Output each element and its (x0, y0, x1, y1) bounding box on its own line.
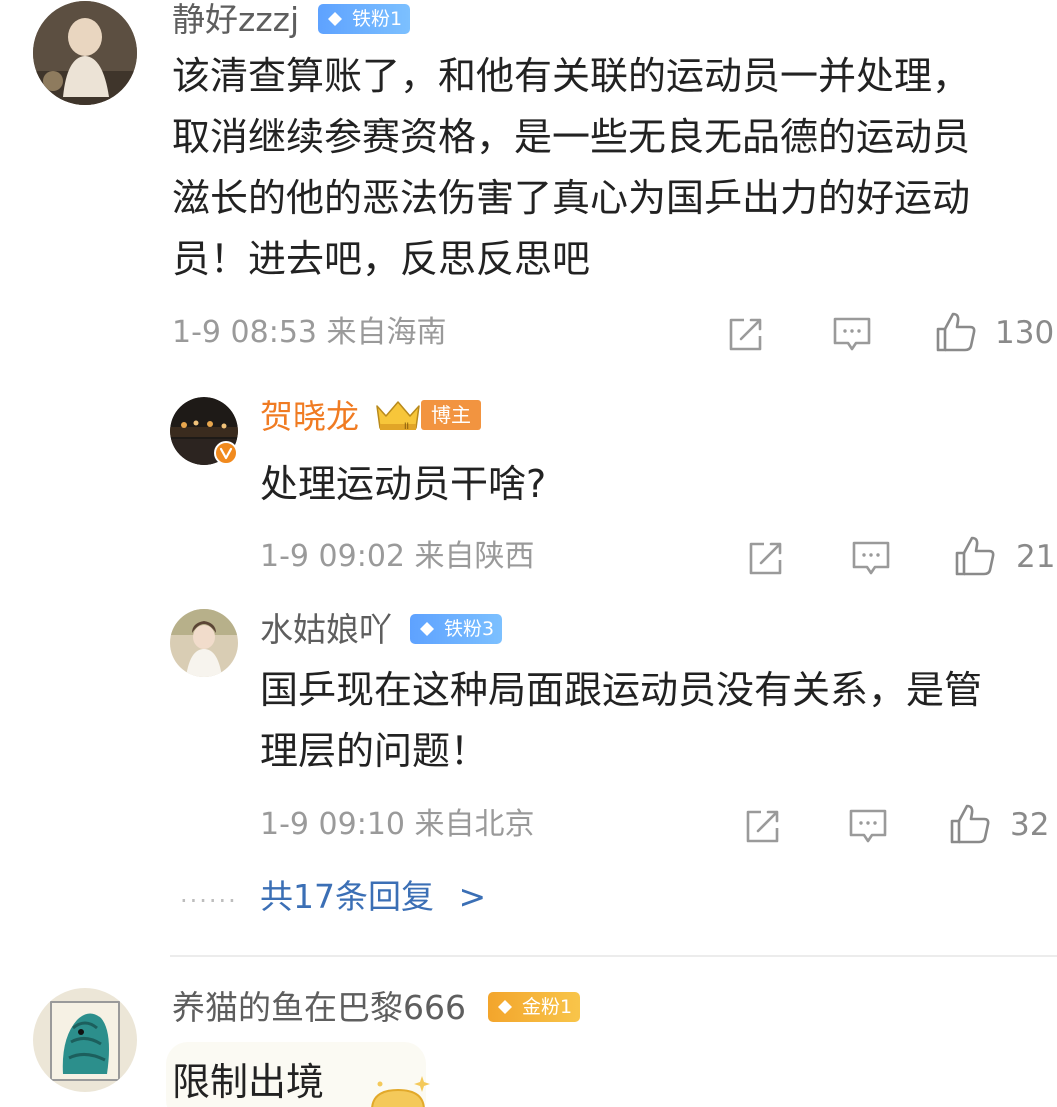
comment-text: 限制出境 (172, 1060, 325, 1104)
diamond-icon (420, 622, 434, 636)
share-icon[interactable] (724, 312, 768, 356)
avatar[interactable] (170, 397, 238, 465)
comment-icon[interactable] (830, 312, 874, 356)
reply-text-line: 理层的问题！ (260, 729, 489, 773)
svg-text:II: II (404, 421, 409, 431)
comment-text-line: 该清查算账了，和他有关联的运动员一并处理， (172, 54, 971, 98)
reply-text: 处理运动员干啥? (260, 462, 547, 506)
like-count: 21 (1016, 539, 1056, 575)
thumbs-up-icon[interactable] (934, 310, 978, 354)
comment-text-line: 滋长的他的恶法伤害了真心为国乒出力的好运动 (172, 176, 971, 220)
comment-meta: 1-9 08:53 来自海南 (172, 315, 447, 350)
fan-badge[interactable]: 金粉1 (488, 992, 581, 1022)
share-icon[interactable] (741, 804, 785, 848)
more-dots: ...... (180, 880, 238, 908)
like-count: 32 (1010, 807, 1050, 843)
like-count: 130 (995, 315, 1055, 351)
more-replies-link[interactable]: 共17条回复 > (260, 877, 486, 917)
reply-username[interactable]: 贺晓龙 (260, 397, 359, 437)
comment-icon[interactable] (849, 536, 893, 580)
fan-badge[interactable]: 铁粉1 (318, 4, 411, 34)
comment-icon[interactable] (846, 804, 890, 848)
blogger-badge: 博主 (421, 400, 481, 430)
comment-username[interactable]: 养猫的鱼在巴黎666 (172, 988, 466, 1028)
crown-icon: II (376, 401, 420, 431)
thumbs-up-icon[interactable] (953, 534, 997, 578)
comment-text-line: 取消继续参赛资格，是一些无良无品德的运动员 (172, 115, 971, 159)
diamond-icon (328, 12, 342, 26)
share-icon[interactable] (744, 536, 788, 580)
diamond-icon (498, 1000, 512, 1014)
comment-text-line: 员！进去吧，反思反思吧 (172, 237, 591, 281)
reply-text-line: 国乒现在这种局面跟运动员没有关系，是管 (260, 668, 983, 712)
comment-username[interactable]: 静好zzzj (172, 0, 299, 40)
chevron-right-icon: > (458, 877, 487, 916)
avatar[interactable] (33, 988, 137, 1092)
avatar[interactable] (170, 609, 238, 677)
avatar[interactable] (33, 1, 137, 105)
fan-badge[interactable]: 铁粉3 (410, 614, 503, 644)
sparkle-badge-icon (371, 1076, 430, 1107)
thumbs-up-icon[interactable] (948, 802, 992, 846)
reply-meta: 1-9 09:10 来自北京 (260, 807, 535, 842)
reply-text: 国乒现在这种局面跟运动员没有关系，是管 理层的问题！ (260, 660, 1050, 782)
divider (170, 955, 1057, 957)
reply-meta: 1-9 09:02 来自陕西 (260, 539, 535, 574)
reply-username[interactable]: 水姑娘吖 (260, 610, 392, 650)
comment-text: 该清查算账了，和他有关联的运动员一并处理， 取消继续参赛资格，是一些无良无品德的… (172, 46, 1042, 290)
verified-icon (214, 441, 238, 465)
